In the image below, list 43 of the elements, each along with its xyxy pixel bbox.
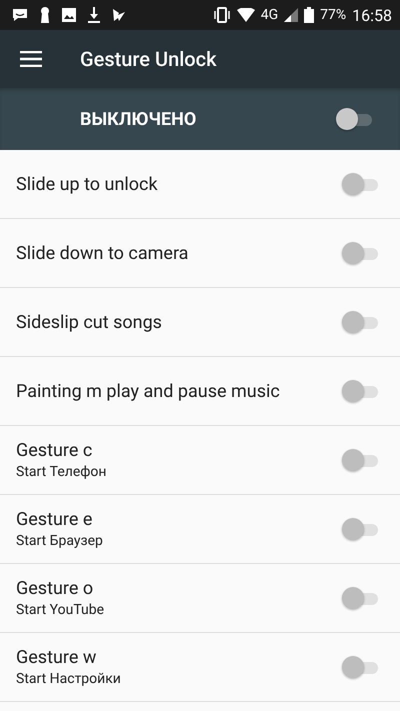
setting-row[interactable]: Slide up to unlock xyxy=(0,150,400,219)
screen-title: Gesture Unlock xyxy=(80,47,217,71)
message-icon xyxy=(12,8,28,22)
wifi-icon xyxy=(236,8,255,22)
toggle-switch[interactable] xyxy=(342,380,378,402)
setting-subtitle: Start YouTube xyxy=(16,602,106,618)
toggle-switch[interactable] xyxy=(342,518,378,540)
battery-percentage: 77% xyxy=(320,7,346,23)
toggle-switch[interactable] xyxy=(342,656,378,678)
setting-row[interactable]: Gesture o Start YouTube xyxy=(0,564,400,633)
setting-title: Gesture e xyxy=(16,509,94,530)
setting-row[interactable]: Slide down to camera xyxy=(0,219,400,288)
setting-title: Painting m play and pause music xyxy=(16,380,281,402)
vibrate-icon xyxy=(212,7,231,23)
toggle-switch[interactable] xyxy=(342,449,378,471)
network-type: 4G xyxy=(260,7,278,23)
setting-title: Slide down to camera xyxy=(16,242,190,264)
menu-icon[interactable] xyxy=(20,51,42,67)
image-icon xyxy=(62,8,76,22)
setting-row[interactable]: Gesture w Start Настройки xyxy=(0,633,400,702)
setting-row[interactable]: Gesture c Start Телефон xyxy=(0,426,400,495)
toggle-switch[interactable] xyxy=(342,311,378,333)
setting-title: Slide up to unlock xyxy=(16,174,159,194)
setting-row[interactable]: Sideslip cut songs xyxy=(0,288,400,357)
battery-icon xyxy=(304,7,314,23)
setting-title: Sideslip cut songs xyxy=(16,312,163,332)
toggle-switch[interactable] xyxy=(336,108,372,130)
toggle-switch[interactable] xyxy=(342,173,378,195)
switch-label: ВЫКЛЮЧЕНО xyxy=(80,108,198,130)
setting-subtitle: Start Браузер xyxy=(16,533,104,549)
setting-title: Gesture o xyxy=(16,578,94,599)
setting-subtitle: Start Настройки xyxy=(16,671,122,687)
toggle-switch[interactable] xyxy=(342,242,378,264)
clock-time: 16:58 xyxy=(352,6,392,24)
setting-row[interactable]: Gesture e Start Браузер xyxy=(0,495,400,564)
setting-row[interactable]: Painting m play and pause music xyxy=(0,357,400,426)
setting-title: Gesture w xyxy=(16,647,98,668)
download-icon xyxy=(88,7,100,23)
signal-icon xyxy=(284,8,298,22)
keyhole-icon xyxy=(40,7,50,23)
setting-title: Gesture c xyxy=(16,440,94,461)
toggle-switch[interactable] xyxy=(342,587,378,609)
setting-subtitle: Start Телефон xyxy=(16,464,108,480)
